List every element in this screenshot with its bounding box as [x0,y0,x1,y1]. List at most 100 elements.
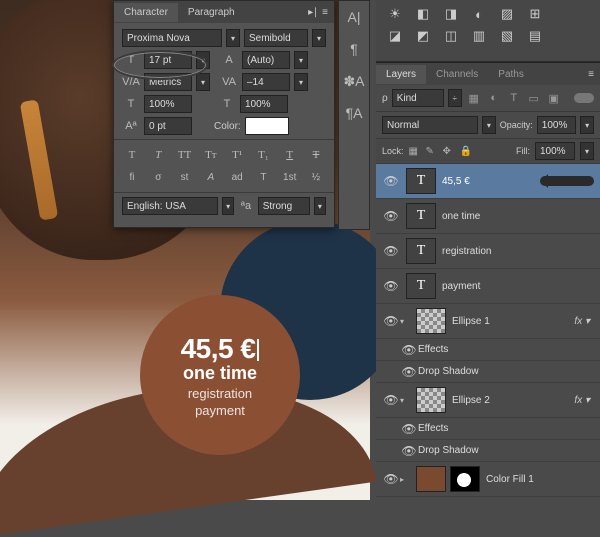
layer-row-one-time[interactable]: 👁 T one time [376,199,600,234]
layer-row-colorfill[interactable]: 👁 ▸ Color Fill 1 [376,462,600,497]
panel-menu-icon[interactable]: ≡ [582,69,600,80]
visibility-toggle[interactable]: 👁 [400,365,418,379]
tracking-field[interactable]: –14 [242,73,290,91]
fx-badge[interactable]: fx ▾ [574,395,594,406]
character-panel-icon[interactable]: A| [342,5,366,29]
language-dropdown[interactable]: English: USA [122,197,218,215]
lock-image-icon[interactable]: ✎ [426,146,438,157]
font-size-field[interactable]: 17 pt [144,51,192,69]
text-color-swatch[interactable] [245,117,289,135]
panel-menu-icon[interactable]: ≡ [322,7,328,18]
invert-icon[interactable]: ▧ [498,28,516,44]
all-caps-button[interactable]: TT [175,146,195,164]
visibility-toggle[interactable]: 👁 [400,343,418,357]
filter-type-icon[interactable]: T [506,90,522,106]
lock-all-icon[interactable]: 🔒 [460,146,472,157]
tab-channels[interactable]: Channels [426,65,488,84]
antialias-arrow[interactable]: ▾ [314,197,326,215]
tracking-stepper[interactable]: ▾ [294,73,308,91]
tab-paths[interactable]: Paths [488,65,534,84]
font-family-arrow[interactable]: ▾ [226,29,240,47]
opacity-field[interactable]: 100% [537,116,576,134]
hue-icon[interactable]: ⊞ [526,6,544,22]
superscript-button[interactable]: T¹ [227,146,247,164]
visibility-toggle[interactable]: 👁 [382,174,400,188]
layer-row-price[interactable]: 👁 T 45,5 € [376,164,600,199]
titling-button[interactable]: T [253,168,273,186]
swash-button[interactable]: A [201,168,221,186]
baseline-field[interactable]: 0 pt [144,117,192,135]
bw-icon[interactable]: ◪ [386,28,404,44]
lock-trans-icon[interactable]: ▦ [409,146,421,157]
visibility-toggle[interactable]: 👁 [382,314,400,328]
layer-row-dropshadow2[interactable]: 👁 Drop Shadow [376,440,600,462]
filter-kind-dropdown[interactable]: Kind [392,89,444,107]
filter-smart-icon[interactable]: ▣ [546,90,562,106]
filter-pixel-icon[interactable]: ▦ [466,90,482,106]
stylistic-alt-button[interactable]: ad [227,168,247,186]
collapse-icon[interactable]: ▸∣ [308,7,318,18]
contextual-alt-button[interactable]: σ [148,168,168,186]
visibility-toggle[interactable]: 👁 [382,472,400,486]
filter-shape-icon[interactable]: ▭ [526,90,542,106]
photo-filter-icon[interactable]: ◩ [414,28,432,44]
layer-row-effects[interactable]: 👁 Effects [376,339,600,361]
visibility-toggle[interactable]: 👁 [382,279,400,293]
layer-row-registration[interactable]: 👁 T registration [376,234,600,269]
tab-character[interactable]: Character [114,3,178,22]
fractions-button[interactable]: ½ [306,168,326,186]
discretionary-lig-button[interactable]: st [175,168,195,186]
faux-italic-button[interactable]: T [148,146,168,164]
character-panel[interactable]: Character Paragraph ▸∣ ≡ Proxima Nova ▾ … [113,0,335,228]
visibility-toggle[interactable]: 👁 [382,244,400,258]
ligatures-button[interactable]: fi [122,168,142,186]
blend-mode-arrow[interactable]: ▾ [482,116,496,134]
price-text[interactable]: 45,5 € [181,333,260,365]
layer-row-ellipse2[interactable]: 👁 ▾ Ellipse 2 fx ▾ [376,383,600,418]
lut-icon[interactable]: ▥ [470,28,488,44]
glyphs-panel-icon[interactable]: ✽A [342,69,366,93]
leading-stepper[interactable]: ▾ [294,51,308,69]
font-style-arrow[interactable]: ▾ [312,29,326,47]
char-styles-icon[interactable]: ¶A [342,101,366,125]
leading-field[interactable]: (Auto) [242,51,290,69]
channel-mixer-icon[interactable]: ◫ [442,28,460,44]
visibility-toggle[interactable]: 👁 [382,209,400,223]
visibility-toggle[interactable]: 👁 [400,422,418,436]
paragraph-panel-icon[interactable]: ¶ [342,37,366,61]
layer-list[interactable]: 👁 T 45,5 € 👁 T one time 👁 T registration… [376,164,600,500]
underline-button[interactable]: T [280,146,300,164]
filter-toggle[interactable] [574,93,594,103]
exposure-icon[interactable]: ◐ [470,6,488,22]
layer-row-payment[interactable]: 👁 T payment [376,269,600,304]
expand-toggle[interactable]: ▸ [400,475,410,484]
lock-pos-icon[interactable]: ✥ [443,146,455,157]
tab-layers[interactable]: Layers [376,65,426,84]
fx-badge[interactable]: fx ▾ [574,316,594,327]
layer-row-ellipse1[interactable]: 👁 ▾ Ellipse 1 fx ▾ [376,304,600,339]
font-style-dropdown[interactable]: Semibold [244,29,308,47]
font-size-stepper[interactable]: ▾ [196,51,210,69]
brightness-icon[interactable]: ☀ [386,6,404,22]
strikethrough-button[interactable]: T [306,146,326,164]
language-arrow[interactable]: ▾ [222,197,234,215]
opacity-stepper[interactable]: ▾ [580,116,594,134]
filter-kind-arrow[interactable]: ÷ [448,89,462,107]
layer-row-effects2[interactable]: 👁 Effects [376,418,600,440]
filter-adjust-icon[interactable]: ◐ [486,90,502,106]
subscript-button[interactable]: T₁ [253,146,273,164]
hscale-field[interactable]: 100% [240,95,288,113]
visibility-toggle[interactable]: 👁 [382,393,400,407]
curves-icon[interactable]: ◨ [442,6,460,22]
expand-toggle[interactable]: ▾ [400,317,410,326]
faux-bold-button[interactable]: T [122,146,142,164]
visibility-toggle[interactable]: 👁 [400,444,418,458]
expand-toggle[interactable]: ▾ [400,396,410,405]
ellipse-1-shape[interactable]: 45,5 € one time registration payment [140,295,300,455]
posterize-icon[interactable]: ▤ [526,28,544,44]
vscale-field[interactable]: 100% [144,95,192,113]
kerning-field[interactable]: Metrics [144,73,192,91]
vibrance-icon[interactable]: ▨ [498,6,516,22]
levels-icon[interactable]: ◧ [414,6,432,22]
fill-field[interactable]: 100% [535,142,575,160]
